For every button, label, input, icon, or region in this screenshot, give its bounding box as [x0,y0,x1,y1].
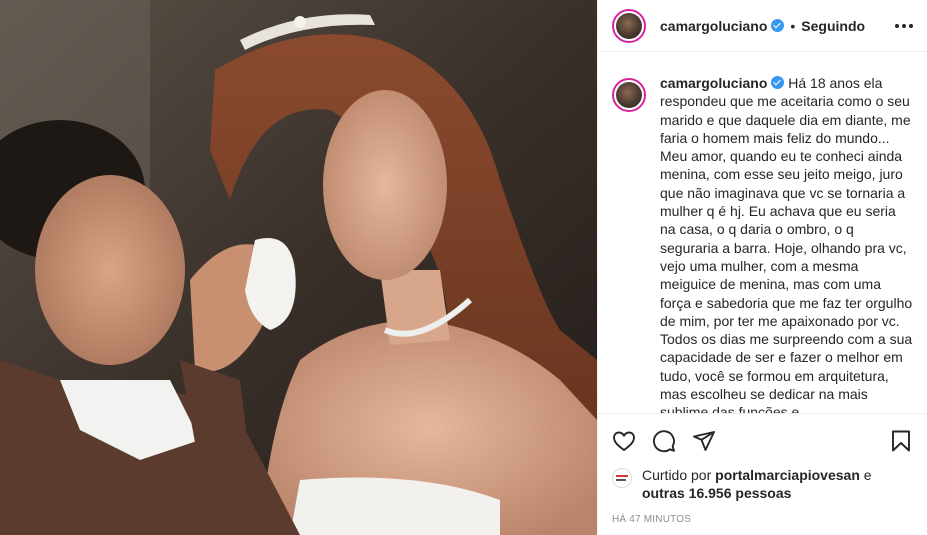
post-header: camargoluciano • Seguindo [598,0,927,52]
caption-author-avatar[interactable] [612,78,646,112]
comment-icon[interactable] [652,429,676,453]
caption-body: Há 18 anos ela respondeu que me aceitari… [660,75,913,413]
caption-verified-badge-icon [771,76,785,89]
heart-icon[interactable] [612,429,636,453]
likes-connector: e [863,467,872,483]
author-username[interactable]: camargoluciano [660,18,767,34]
header-separator: • [790,17,796,34]
caption-username[interactable]: camargoluciano [660,75,767,91]
post-timestamp[interactable]: Há 47 minutos [612,514,691,525]
likes-text: Curtido por portalmarciapiovesan e outra… [642,466,872,502]
likes-others-link[interactable]: outras 16.956 pessoas [642,485,791,501]
more-options-icon[interactable] [895,18,913,34]
caption-text-block: camargoluciano Há 18 anos ela respondeu … [660,74,913,413]
caption-section: camargoluciano Há 18 anos ela respondeu … [598,64,927,413]
following-button[interactable]: Seguindo [801,18,865,34]
liker-avatar[interactable] [612,468,632,488]
author-avatar[interactable] [612,8,646,43]
liker-username[interactable]: portalmarciapiovesan [715,467,860,483]
post-actions [612,427,913,455]
likes-summary: Curtido por portalmarciapiovesan e outra… [612,466,913,502]
paper-plane-icon[interactable] [692,429,716,453]
caption-row: camargoluciano Há 18 anos ela respondeu … [612,74,913,413]
wedding-photo-image [0,0,597,535]
actions-divider [598,413,927,414]
likes-prefix: Curtido por [642,467,712,483]
post-photo[interactable] [0,0,597,535]
bookmark-icon[interactable] [889,429,913,453]
verified-badge-icon [771,19,785,32]
post-sidebar: camargoluciano • Seguindo camargoluciano… [597,0,927,535]
